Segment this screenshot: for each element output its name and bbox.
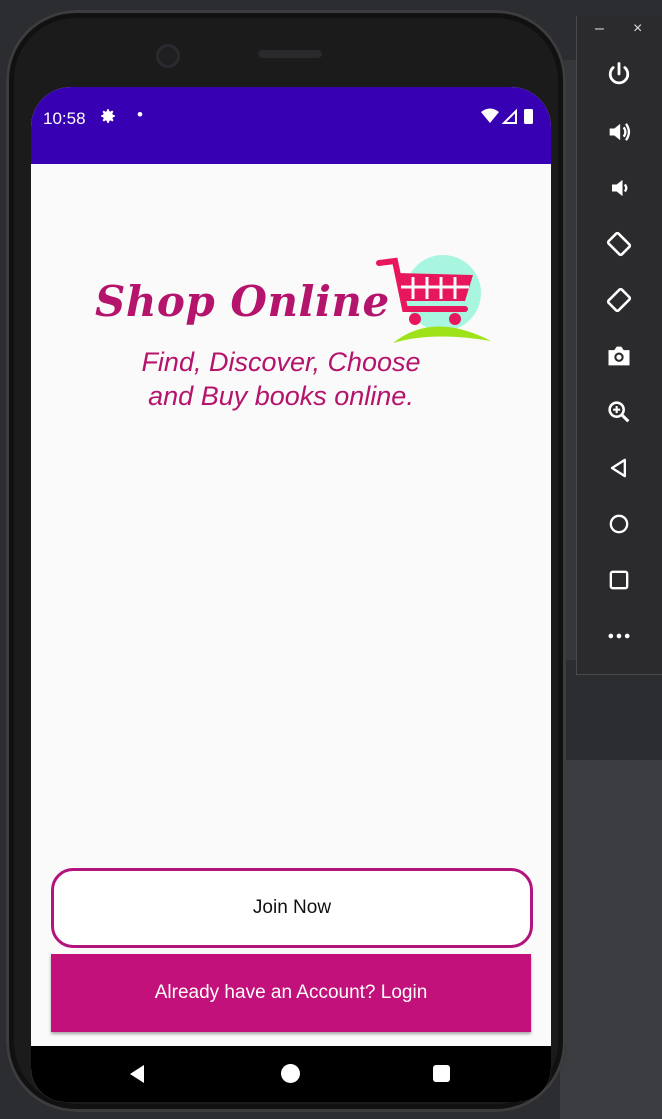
home-icon[interactable] (605, 510, 633, 538)
notification-dot: • (137, 105, 143, 124)
status-time: 10:58 (43, 109, 86, 128)
rotate-left-icon[interactable] (605, 230, 633, 258)
shopping-cart-icon (376, 255, 491, 343)
status-icons (479, 107, 539, 132)
gear-icon (99, 107, 117, 130)
login-button[interactable]: Already have an Account? Login (51, 954, 531, 1032)
home-circle-icon[interactable] (281, 1064, 300, 1083)
more-icon[interactable] (605, 622, 633, 650)
ide-lower-panel (560, 760, 662, 1119)
close-button[interactable]: × (633, 20, 642, 38)
power-icon[interactable] (605, 60, 633, 88)
rotate-right-icon[interactable] (605, 286, 633, 314)
status-bar: 10:58 • (31, 87, 551, 164)
emulator-toolbar: – × (576, 16, 662, 675)
overview-icon[interactable] (605, 566, 633, 594)
volume-up-icon[interactable] (605, 118, 633, 146)
recent-square-icon[interactable] (433, 1065, 450, 1082)
wifi-icon (481, 108, 499, 123)
minimize-button[interactable]: – (595, 20, 604, 38)
signal-icon (501, 108, 517, 124)
join-now-button[interactable]: Join Now (51, 868, 533, 948)
volume-down-icon[interactable] (605, 174, 633, 202)
front-camera (156, 44, 180, 68)
battery-icon (524, 109, 533, 124)
earpiece-speaker (258, 50, 322, 58)
back-triangle-icon[interactable] (128, 1064, 146, 1084)
navigation-bar (31, 1046, 551, 1102)
camera-icon[interactable] (605, 342, 633, 370)
logo-text: Shop Online (95, 277, 390, 326)
tagline: Find, Discover, Choose and Buy books onl… (31, 345, 531, 413)
shop-online-logo: Shop Online (81, 247, 501, 357)
back-icon[interactable] (605, 454, 633, 482)
zoom-icon[interactable] (605, 398, 633, 426)
device-frame: 10:58 • Shop Online Find, Discover, Choo… (6, 10, 566, 1112)
tagline-line-2: and Buy books online. (148, 381, 414, 411)
tagline-line-1: Find, Discover, Choose (141, 347, 421, 377)
device-screen[interactable]: 10:58 • Shop Online Find, Discover, Choo… (31, 87, 551, 1102)
